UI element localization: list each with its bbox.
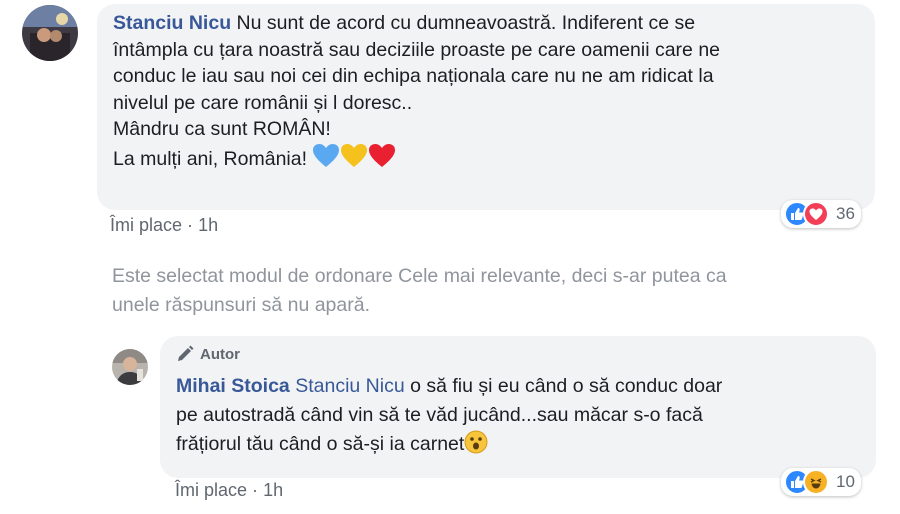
like-link[interactable]: Îmi place bbox=[110, 215, 182, 235]
comment-line: întâmpla cu țara noastră sau deciziile p… bbox=[113, 38, 721, 61]
author-badge: Autor bbox=[176, 345, 240, 363]
sort-notice: Este selectat modul de ordonare Cele mai… bbox=[112, 262, 882, 320]
comment-author-name[interactable]: Stanciu Nicu bbox=[113, 12, 231, 34]
reply-actions: Îmi place · 1h bbox=[175, 480, 283, 501]
comment-line: nivelul pe care românii și l doresc.. bbox=[113, 91, 413, 114]
avatar-stanciu-nicu[interactable] bbox=[22, 5, 78, 61]
comment-time[interactable]: 1h bbox=[198, 215, 218, 235]
comment-text: Stanciu Nicu Nu sunt de acord cu dumneav… bbox=[113, 10, 873, 177]
comment-line: conduc le iau sau noi cei din echipa naț… bbox=[113, 65, 714, 88]
reactions-summary[interactable]: 10 bbox=[781, 468, 861, 496]
pencil-icon bbox=[176, 345, 194, 363]
reaction-count: 10 bbox=[836, 472, 855, 491]
blue-heart-icon bbox=[312, 143, 340, 177]
sort-notice-line: Este selectat modul de ordonare Cele mai… bbox=[112, 265, 727, 287]
love-icon bbox=[803, 201, 829, 227]
reply-line: pe autostradă când vin să te văd jucând.… bbox=[176, 404, 703, 426]
shocked-face-icon bbox=[464, 430, 488, 463]
comment-line: Mândru ca sunt ROMÂN! bbox=[113, 118, 331, 141]
separator: · bbox=[187, 215, 194, 235]
red-heart-icon bbox=[368, 143, 396, 177]
sort-notice-line: unele răspunsuri să nu apară. bbox=[112, 294, 371, 316]
reactions-summary[interactable]: 36 bbox=[781, 200, 861, 228]
comment-actions: Îmi place · 1h bbox=[110, 215, 218, 236]
comment-line: Nu sunt de acord cu dumneavoastră. Indif… bbox=[236, 12, 696, 34]
mention-link[interactable]: Stanciu Nicu bbox=[295, 375, 404, 397]
reply-line: o să fiu și eu când o să conduc doar bbox=[404, 375, 723, 397]
separator: · bbox=[252, 480, 259, 500]
reply-text: Mihai Stoica Stanciu Nicu o să fiu și eu… bbox=[176, 372, 866, 463]
reply-author-name[interactable]: Mihai Stoica bbox=[176, 375, 290, 397]
yellow-heart-icon bbox=[340, 143, 368, 177]
like-link[interactable]: Îmi place bbox=[175, 480, 247, 500]
reply-time[interactable]: 1h bbox=[263, 480, 283, 500]
haha-icon bbox=[803, 469, 829, 495]
avatar-mihai-stoica[interactable] bbox=[112, 349, 148, 385]
reply-line: frățiorul tău când o să-și ia carnet bbox=[176, 433, 465, 455]
comment-line: La mulți ani, România! bbox=[113, 147, 308, 170]
reaction-count: 36 bbox=[836, 204, 855, 223]
